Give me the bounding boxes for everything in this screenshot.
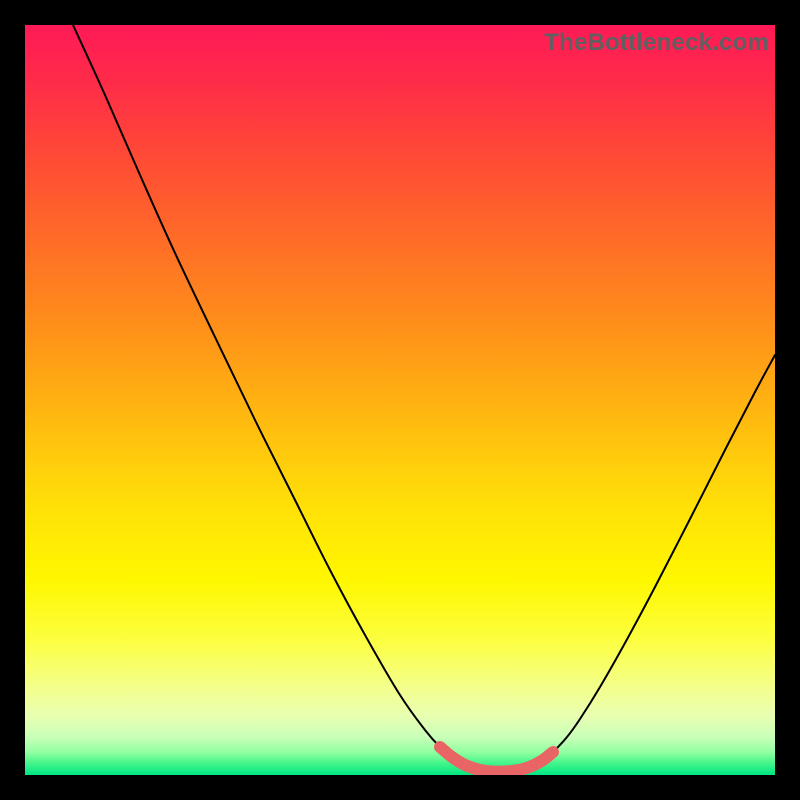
red-band — [440, 747, 553, 772]
watermark-text: TheBottleneck.com — [544, 29, 769, 57]
plot-area: TheBottleneck.com — [25, 25, 775, 775]
curve-layer — [25, 25, 775, 775]
black-curve — [73, 25, 775, 772]
